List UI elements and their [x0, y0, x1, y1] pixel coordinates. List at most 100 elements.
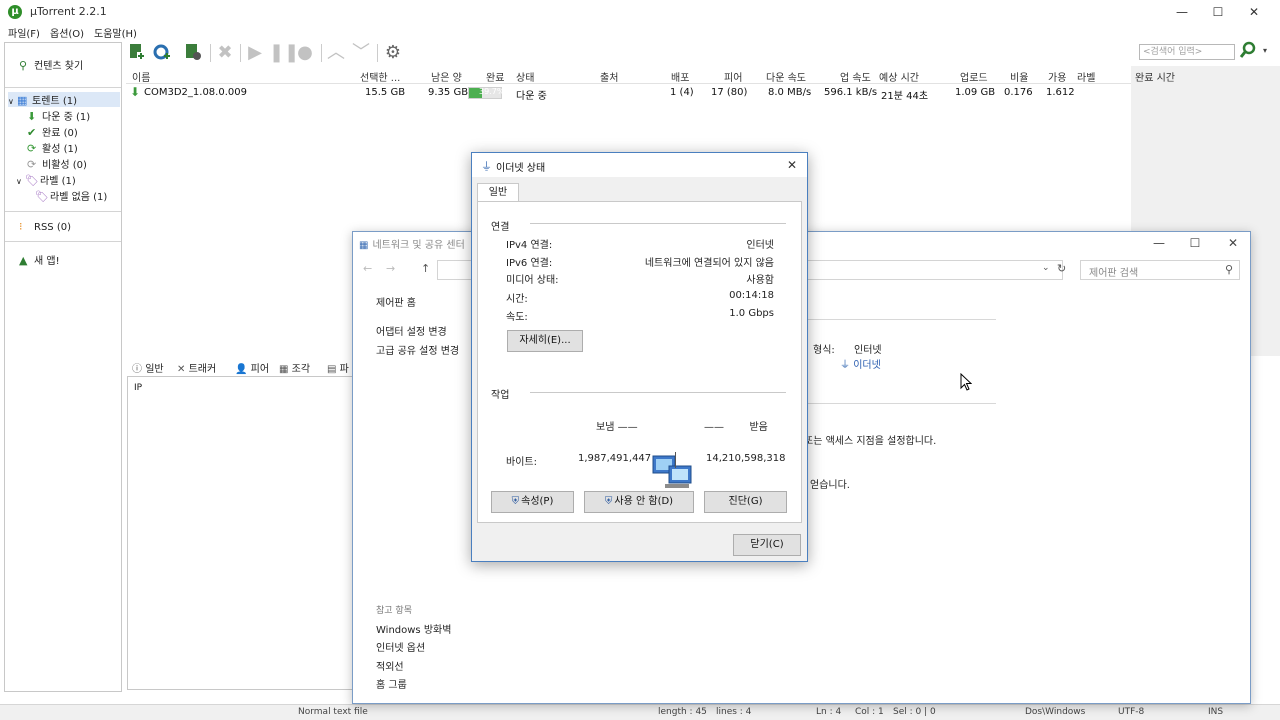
column-eta[interactable]: 예상 시간 — [879, 69, 919, 84]
remove-icon[interactable]: ✖ — [214, 42, 236, 64]
chevron-down-icon[interactable]: ⌄ — [1042, 263, 1050, 273]
maximize-button[interactable]: ☐ — [1200, 0, 1236, 24]
tab-trackers[interactable]: ✕ 트래커 — [177, 360, 216, 375]
back-icon[interactable]: ← — [363, 262, 372, 275]
link-windows-firewall[interactable]: Windows 방화벽 — [376, 621, 451, 636]
torrent-remaining: 9.35 GB — [428, 87, 469, 98]
up-arrow-icon[interactable]: ↑ — [421, 262, 430, 275]
status-length: length : 45 — [658, 707, 707, 717]
torrent-status: 다운 중 — [516, 91, 547, 102]
column-source[interactable]: 출처 — [600, 69, 618, 84]
column-seeds[interactable]: 배포 — [671, 69, 689, 84]
received-label: —— 받음 — [704, 422, 768, 433]
column-completed-time[interactable]: 완료 시간 — [1135, 69, 1175, 84]
status-encoding: UTF-8 — [1118, 707, 1145, 717]
control-panel-search-input[interactable]: 제어판 검색 ⚲ — [1080, 260, 1240, 280]
close-icon[interactable]: ✕ — [779, 153, 805, 177]
sidebar-item-find-content[interactable]: ⚲ 컨텐츠 찾기 — [19, 57, 83, 72]
details-button[interactable]: 자세히(E)... — [507, 330, 583, 352]
search-input[interactable]: <검색어 입력> — [1139, 44, 1235, 60]
status-bar: Normal text file length : 45 lines : 4 L… — [0, 704, 1280, 720]
torrent-name: COM3D2_1.08.0.009 — [144, 87, 247, 98]
diagnose-button[interactable]: 진단(G) — [704, 491, 787, 513]
column-peers[interactable]: 피어 — [724, 69, 742, 84]
close-button[interactable]: ✕ — [1215, 232, 1251, 254]
sidebar-item-labels[interactable]: ∨ 🏷라벨 (1) — [16, 172, 76, 187]
tab-files[interactable]: ▤ 파 — [327, 360, 349, 375]
label-tag-icon: 🏷 — [35, 190, 49, 203]
status-file-type: Normal text file — [298, 707, 368, 717]
chevron-down-icon: ∨ — [16, 177, 22, 186]
torrent-progress-bar: 39.7% — [468, 87, 505, 99]
link-advanced-sharing-settings[interactable]: 고급 공유 설정 변경 — [376, 342, 459, 357]
column-label[interactable]: 라벨 — [1077, 69, 1095, 84]
activity-heading: 작업 — [491, 390, 510, 401]
start-icon[interactable]: ▶ — [244, 42, 266, 64]
add-url-icon[interactable] — [152, 42, 174, 64]
column-down-speed[interactable]: 다운 속도 — [766, 69, 806, 84]
forward-icon[interactable]: → — [386, 262, 395, 275]
sidebar-item-downloading[interactable]: ⬇ 다운 중 (1) — [27, 108, 90, 123]
link-control-panel-home[interactable]: 제어판 홈 — [376, 294, 416, 309]
tab-general[interactable]: ⓘ 일반 — [132, 360, 164, 375]
move-up-icon[interactable]: ︿ — [325, 42, 347, 64]
network-icon: ▦ — [359, 240, 369, 251]
column-up-speed[interactable]: 업 속도 — [840, 69, 871, 84]
column-remaining[interactable]: 남은 양 — [431, 69, 462, 84]
link-homegroup[interactable]: 홈 그룹 — [376, 676, 407, 691]
sidebar-item-rss[interactable]: ⁝ RSS (0) — [19, 220, 71, 233]
sidebar-item-torrents[interactable]: ∨ ▦ 토렌트 (1) — [8, 92, 120, 107]
menu-file[interactable]: 파일(F) — [8, 25, 40, 40]
ipv4-label: IPv4 연결: — [506, 240, 553, 251]
menu-options[interactable]: 옵션(O) — [50, 25, 84, 40]
sidebar-item-completed[interactable]: ✔ 완료 (0) — [27, 124, 78, 139]
divider — [808, 403, 996, 404]
sidebar-item-no-label[interactable]: 🏷라벨 없음 (1) — [35, 188, 107, 203]
move-down-icon[interactable]: ﹀ — [350, 42, 372, 64]
chevron-down-icon[interactable]: ▾ — [1263, 46, 1267, 55]
toolbar-separator — [377, 44, 378, 62]
bytes-label: 바이트: — [506, 457, 537, 468]
progress-percent: 39.7% — [479, 87, 505, 96]
app-store-icon: ▲ — [19, 254, 28, 267]
sidebar-item-new-app[interactable]: ▲ 새 앱! — [19, 252, 60, 267]
properties-button[interactable]: ⛨ 속성(P) — [491, 491, 574, 513]
maximize-button[interactable]: ☐ — [1177, 232, 1213, 254]
status-sel: Sel : 0 | 0 — [893, 707, 936, 717]
column-ratio[interactable]: 비율 — [1010, 69, 1028, 84]
link-infrared[interactable]: 적외선 — [376, 658, 404, 673]
stop-icon[interactable]: ● — [294, 42, 316, 64]
tab-peers[interactable]: 👤 피어 — [233, 360, 272, 375]
torrent-uploaded: 1.09 GB — [955, 87, 996, 98]
tab-pieces[interactable]: ▦ 조각 — [279, 360, 310, 375]
sidebar-item-active[interactable]: ⟳ 활성 (1) — [27, 140, 78, 155]
access-type-label: 형식: — [813, 345, 835, 356]
minimize-button[interactable]: — — [1164, 0, 1200, 24]
column-done[interactable]: 완료 — [486, 69, 504, 84]
search-icon[interactable] — [1239, 41, 1257, 64]
status-col: Col : 1 — [855, 707, 884, 717]
sidebar-item-inactive[interactable]: ⟳ 비활성 (0) — [27, 156, 87, 171]
menu-help[interactable]: 도움말(H) — [94, 25, 137, 40]
ethernet-connection-link[interactable]: ⏚ 이더넷 — [840, 356, 881, 371]
torrent-ratio: 0.176 — [1004, 87, 1033, 98]
settings-gear-icon[interactable]: ⚙ — [382, 42, 404, 64]
column-status[interactable]: 상태 — [516, 69, 534, 84]
divider — [675, 452, 676, 468]
refresh-icon[interactable]: ↻ — [1057, 262, 1066, 275]
link-change-adapter-settings[interactable]: 어댑터 설정 변경 — [376, 323, 447, 338]
add-torrent-icon[interactable] — [126, 42, 148, 64]
column-availability[interactable]: 가용 — [1048, 69, 1066, 84]
column-uploaded[interactable]: 업로드 — [960, 69, 988, 84]
disable-button[interactable]: ⛨ 사용 안 함(D) — [584, 491, 694, 513]
column-name[interactable]: 이름 — [132, 69, 150, 84]
close-dialog-button[interactable]: 닫기(C) — [733, 534, 801, 556]
create-torrent-icon[interactable] — [182, 42, 204, 64]
column-selected-size[interactable]: 선택한 ... — [360, 69, 400, 84]
tab-general[interactable]: 일반 — [477, 183, 519, 202]
refresh-arrows-icon: ⟳ — [27, 142, 37, 155]
close-button[interactable]: ✕ — [1236, 0, 1272, 24]
pause-icon[interactable]: ❚❚ — [269, 42, 299, 64]
minimize-button[interactable]: — — [1141, 232, 1177, 254]
link-internet-options[interactable]: 인터넷 옵션 — [376, 639, 425, 654]
